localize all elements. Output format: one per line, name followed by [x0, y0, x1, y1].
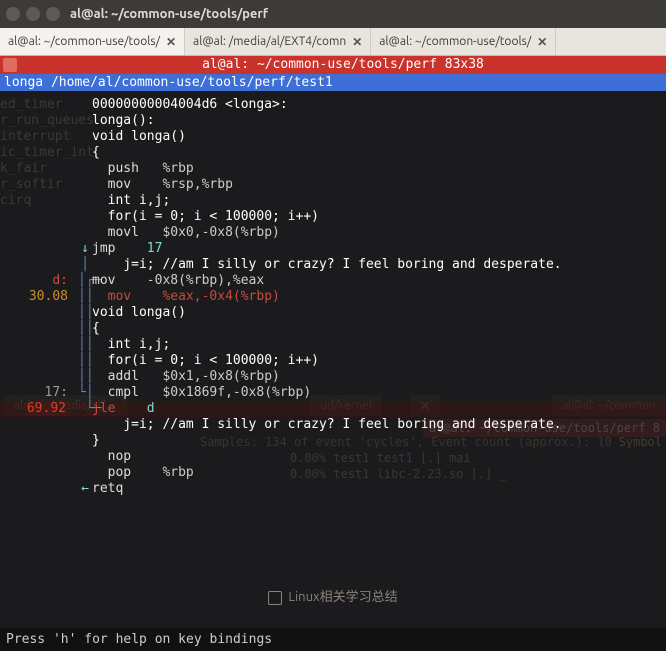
tmux-status-red: al@al: ~/common-use/tools/perf 83x38 — [0, 56, 666, 74]
code-line: push %rbp — [0, 161, 666, 177]
code-line: 00000000004004d6 <longa>: — [0, 97, 666, 113]
perf-binary-path: /home/al/common-use/tools/perf/test1 — [51, 75, 333, 90]
code-line: d:│┌─mov -0x8(%rbp),%eax — [0, 273, 666, 289]
tmux-status-text: al@al: ~/common-use/tools/perf 83x38 — [20, 57, 666, 73]
percent-hottest: 69.92 — [25, 401, 68, 416]
maximize-window-icon[interactable] — [46, 7, 60, 21]
code-line: movl $0x0,-0x8(%rbp) — [0, 225, 666, 241]
close-icon[interactable]: ✕ — [537, 35, 547, 49]
close-window-icon[interactable] — [6, 7, 20, 21]
help-hint-text: Press 'h' for help on key bindings — [6, 632, 272, 647]
code-line: 69.92 └─jle d — [0, 401, 666, 417]
code-line: ││ for(i = 0; i < 100000; i++) — [0, 353, 666, 369]
percent-hot: 30.08 — [29, 289, 68, 304]
perf-help-hint: Press 'h' for help on key bindings — [0, 628, 666, 651]
tab-label: al@al: ~/common-use/tools/ — [379, 35, 531, 48]
perf-annotate-view[interactable]: ed_timer r_run_queues interrupt ic_timer… — [0, 91, 666, 503]
minimize-window-icon[interactable] — [26, 7, 40, 21]
tab-label: al@al: ~/common-use/tools/ — [8, 35, 160, 48]
terminal-tab-3[interactable]: al@al: ~/common-use/tools/ ✕ — [371, 28, 556, 55]
window-controls — [6, 7, 60, 21]
code-line: ││ int i,j; — [0, 337, 666, 353]
checkbox-icon — [268, 591, 282, 605]
checkbox-label: Linux相关学习总结 — [288, 590, 397, 604]
tab-label: al@al: /media/al/EXT4/comn — [193, 35, 346, 48]
code-line: ││ addl $0x1,-0x8(%rbp) — [0, 369, 666, 385]
code-line: 30.08││ mov %eax,-0x4(%rbp) — [0, 289, 666, 305]
terminal-tab-1[interactable]: al@al: ~/common-use/tools/ ✕ — [0, 28, 185, 55]
dim-sidebar: ed_timer r_run_queues interrupt ic_timer… — [0, 97, 94, 209]
dim-token: r_softir — [0, 177, 94, 193]
code-line: j=i; //am I silly or crazy? I feel borin… — [0, 417, 666, 433]
jump-down-icon: ↓ — [81, 241, 89, 256]
code-line: ←retq — [0, 481, 666, 497]
dim-token: k_fair — [0, 161, 94, 177]
code-line: } — [0, 433, 666, 449]
perf-header: longa /home/al/common-use/tools/perf/tes… — [0, 74, 666, 91]
label-17: 17: — [45, 385, 68, 400]
ghost-checkbox-row: Linux相关学习总结 — [0, 586, 666, 605]
code-line: int i,j; — [0, 193, 666, 209]
code-line: ↓jmp 17 — [0, 241, 666, 257]
code-line: { — [0, 145, 666, 161]
label-d: d: — [52, 273, 68, 288]
code-line: pop %rbp — [0, 465, 666, 481]
tmux-indicator-icon — [3, 58, 17, 72]
code-line: longa(): — [0, 113, 666, 129]
close-icon[interactable]: ✕ — [166, 35, 176, 49]
code-line: ││{ — [0, 321, 666, 337]
code-line: for(i = 0; i < 100000; i++) — [0, 209, 666, 225]
code-line: │ j=i; //am I silly or crazy? I feel bor… — [0, 257, 666, 273]
dim-token: cirq — [0, 193, 94, 209]
return-icon: ← — [81, 481, 89, 496]
close-icon[interactable]: ✕ — [352, 35, 362, 49]
dim-token: ed_timer — [0, 97, 94, 113]
dim-token: interrupt — [0, 129, 94, 145]
code-line: 17:└│ cmpl $0x1869f,-0x8(%rbp) — [0, 385, 666, 401]
perf-function-name: longa — [4, 75, 43, 90]
dim-token: r_run_queues — [0, 113, 94, 129]
tab-bar: al@al: ~/common-use/tools/ ✕ al@al: /med… — [0, 28, 666, 56]
code-line: nop — [0, 449, 666, 465]
terminal-body[interactable]: al@al: /media/al/… ud/kernel ✕ al@al: ~/… — [0, 91, 666, 651]
code-line: void longa() — [0, 129, 666, 145]
code-line: mov %rsp,%rbp — [0, 177, 666, 193]
window-titlebar: al@al: ~/common-use/tools/perf — [0, 0, 666, 28]
dim-token: ic_timer_int — [0, 145, 94, 161]
terminal-tab-2[interactable]: al@al: /media/al/EXT4/comn ✕ — [185, 28, 371, 55]
window-title: al@al: ~/common-use/tools/perf — [70, 7, 268, 21]
code-line: ││void longa() — [0, 305, 666, 321]
